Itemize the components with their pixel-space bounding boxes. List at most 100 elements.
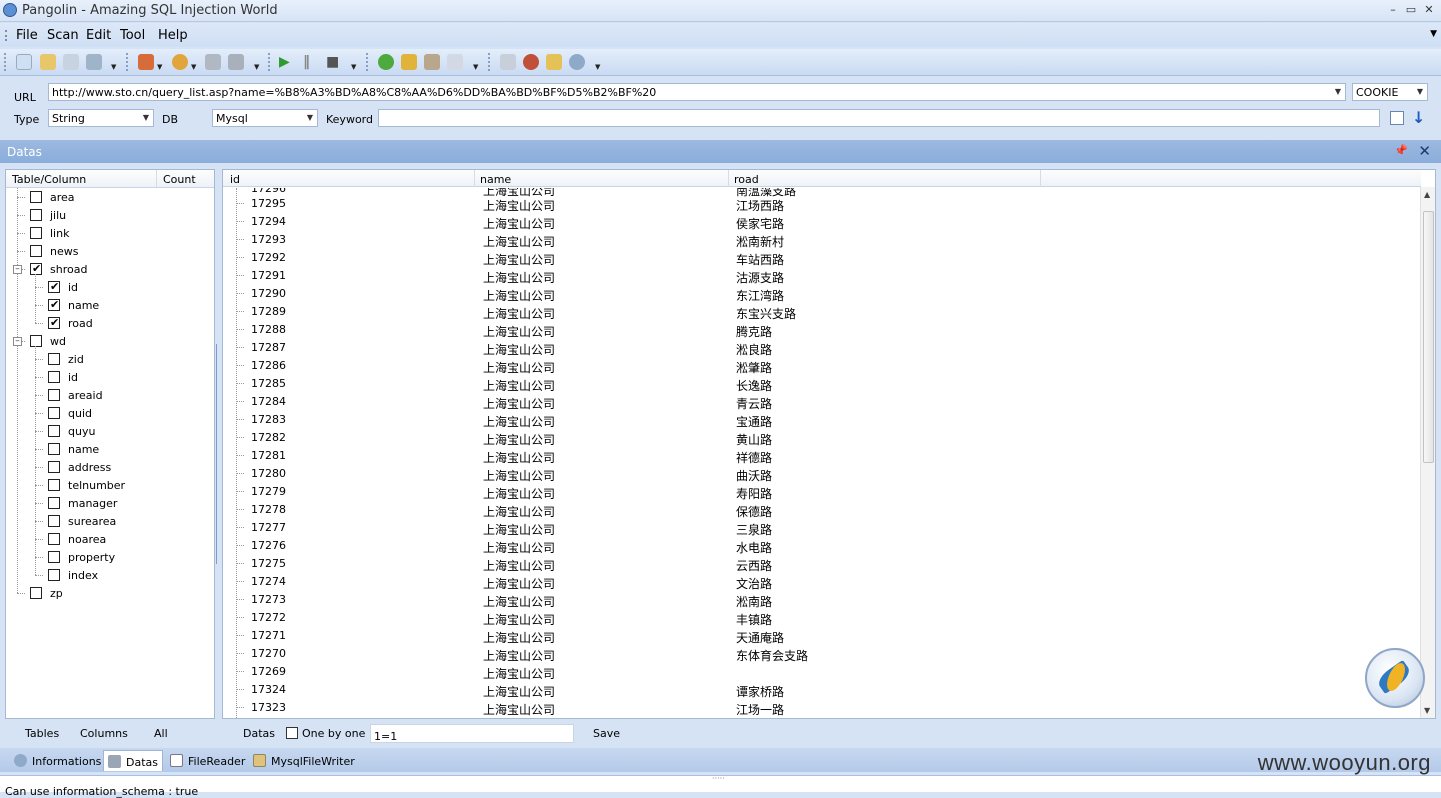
table-row[interactable]: 17272 上海宝山公司 丰镇路 <box>223 609 1421 627</box>
one-by-one-checkbox[interactable] <box>286 727 298 739</box>
tree-checkbox[interactable] <box>48 280 60 293</box>
table-row[interactable]: 17277 上海宝山公司 三泉路 <box>223 519 1421 537</box>
all-button[interactable]: All <box>154 727 168 740</box>
columns-button[interactable]: Columns <box>80 727 128 740</box>
table-row[interactable]: 17323 上海宝山公司 江场一路 <box>223 699 1421 717</box>
tree-checkbox[interactable] <box>48 389 60 401</box>
tree-checkbox[interactable] <box>30 209 42 221</box>
tree-item[interactable]: area <box>6 188 214 206</box>
wrench-icon[interactable] <box>205 54 221 70</box>
tab-filereader[interactable]: FileReader <box>166 750 245 771</box>
close-panel-icon[interactable]: ✕ <box>1418 142 1431 160</box>
scan-dropdown-icon[interactable]: ▼ <box>157 63 162 71</box>
home-icon[interactable] <box>500 54 516 70</box>
vertical-scrollbar[interactable]: ▲ ▼ <box>1420 187 1435 718</box>
table-row[interactable]: 17294 上海宝山公司 侯家宅路 <box>223 213 1421 231</box>
tables-button[interactable]: Tables <box>25 727 59 740</box>
type-dropdown-icon[interactable]: ▼ <box>143 113 149 122</box>
download-arrow-icon[interactable]: ↓ <box>1412 108 1425 127</box>
menu-file[interactable]: File <box>16 28 38 43</box>
settings-icon[interactable] <box>172 54 188 70</box>
tree-item[interactable]: jilu <box>6 206 214 224</box>
tree-checkbox[interactable] <box>30 335 42 347</box>
tree-item[interactable]: noarea <box>6 530 214 548</box>
tree-item[interactable]: name <box>6 440 214 458</box>
table-row[interactable]: 17275 上海宝山公司 云西路 <box>223 555 1421 573</box>
tree-checkbox[interactable] <box>30 227 42 239</box>
update-icon[interactable] <box>546 54 562 70</box>
table-row[interactable]: 17280 上海宝山公司 曲沃路 <box>223 465 1421 483</box>
tree-checkbox[interactable] <box>48 533 60 545</box>
tree-item[interactable]: address <box>6 458 214 476</box>
grid-options-icon[interactable] <box>1390 111 1404 125</box>
method-select[interactable]: COOKIE ▼ <box>1352 83 1428 101</box>
menu-tool[interactable]: Tool <box>120 28 145 43</box>
tree-item[interactable]: property <box>6 548 214 566</box>
table-row[interactable]: 17270 上海宝山公司 东体育会支路 <box>223 645 1421 663</box>
table-row[interactable]: 17281 上海宝山公司 祥德路 <box>223 447 1421 465</box>
tree-item[interactable]: areaid <box>6 386 214 404</box>
collapse-icon[interactable]: – <box>13 337 22 346</box>
tree-item[interactable]: telnumber <box>6 476 214 494</box>
column-divider[interactable] <box>474 170 475 187</box>
toolbar-dropdown-icon-3[interactable]: ▼ <box>351 63 356 71</box>
export-icon[interactable] <box>86 54 102 70</box>
url-input[interactable]: http://www.sto.cn/query_list.asp?name=%B… <box>48 83 1346 101</box>
column-header-road[interactable]: road <box>734 173 759 186</box>
tree-checkbox[interactable] <box>48 443 60 455</box>
tree-item[interactable]: zid <box>6 350 214 368</box>
tree-item[interactable]: link <box>6 224 214 242</box>
tree-checkbox[interactable] <box>30 191 42 203</box>
menu-overflow-icon[interactable]: ▼ <box>1430 29 1437 39</box>
tree-item[interactable]: manager <box>6 494 214 512</box>
scan-icon[interactable] <box>138 54 154 70</box>
table-row[interactable]: 17284 上海宝山公司 青云路 <box>223 393 1421 411</box>
db-select[interactable]: Mysql ▼ <box>212 109 318 127</box>
play-icon[interactable]: ▶ <box>279 54 295 70</box>
tree-checkbox[interactable] <box>48 461 60 473</box>
table-row[interactable]: 17288 上海宝山公司 腾克路 <box>223 321 1421 339</box>
tree-item[interactable]: surearea <box>6 512 214 530</box>
tree-checkbox[interactable] <box>48 569 60 581</box>
table-row[interactable]: 17324 上海宝山公司 谭家桥路 <box>223 681 1421 699</box>
column-divider[interactable] <box>1040 170 1041 187</box>
open-icon[interactable] <box>40 54 56 70</box>
tools-icon[interactable] <box>424 54 440 70</box>
scroll-up-icon[interactable]: ▲ <box>1424 190 1430 199</box>
url-dropdown-icon[interactable]: ▼ <box>1335 87 1341 96</box>
tree-checkbox[interactable] <box>48 551 60 563</box>
column-header-id[interactable]: id <box>230 173 240 186</box>
table-row[interactable]: 17274 上海宝山公司 文治路 <box>223 573 1421 591</box>
table-row[interactable]: 17269 上海宝山公司 <box>223 663 1421 681</box>
db-dropdown-icon[interactable]: ▼ <box>307 113 313 122</box>
panel-splitter[interactable] <box>215 169 221 719</box>
scroll-thumb[interactable] <box>1423 211 1434 463</box>
save-icon[interactable] <box>63 54 79 70</box>
toolbar-dropdown-icon[interactable]: ▼ <box>111 63 116 71</box>
tree-item[interactable]: zp <box>6 584 214 602</box>
table-row[interactable]: 17282 上海宝山公司 黄山路 <box>223 429 1421 447</box>
toolbar-dropdown-icon-4[interactable]: ▼ <box>473 63 478 71</box>
tab-datas[interactable]: Datas <box>103 750 163 771</box>
check-icon[interactable] <box>378 54 394 70</box>
table-row[interactable]: 17278 上海宝山公司 保德路 <box>223 501 1421 519</box>
table-row[interactable]: 17273 上海宝山公司 淞南路 <box>223 591 1421 609</box>
menu-scan[interactable]: Scan <box>47 28 79 43</box>
table-row[interactable]: 17293 上海宝山公司 淞南新村 <box>223 231 1421 249</box>
tree-checkbox[interactable] <box>30 262 42 275</box>
tree-item[interactable]: name <box>6 296 214 314</box>
table-row[interactable]: 17287 上海宝山公司 淞良路 <box>223 339 1421 357</box>
tree-item[interactable]: road <box>6 314 214 332</box>
table-row[interactable]: 17276 上海宝山公司 水电路 <box>223 537 1421 555</box>
table-row[interactable]: 17286 上海宝山公司 淞肇路 <box>223 357 1421 375</box>
tree-checkbox[interactable] <box>48 515 60 527</box>
stop-icon[interactable]: ■ <box>326 54 342 70</box>
tree-item[interactable]: – shroad <box>6 260 214 278</box>
table-row[interactable]: 17295 上海宝山公司 江场西路 <box>223 195 1421 213</box>
minimize-button[interactable]: – <box>1385 2 1401 18</box>
tree-item[interactable]: quyu <box>6 422 214 440</box>
tree-item[interactable]: index <box>6 566 214 584</box>
collapse-icon[interactable]: – <box>13 265 22 274</box>
tree-checkbox[interactable] <box>48 298 60 311</box>
menu-help[interactable]: Help <box>158 28 188 43</box>
